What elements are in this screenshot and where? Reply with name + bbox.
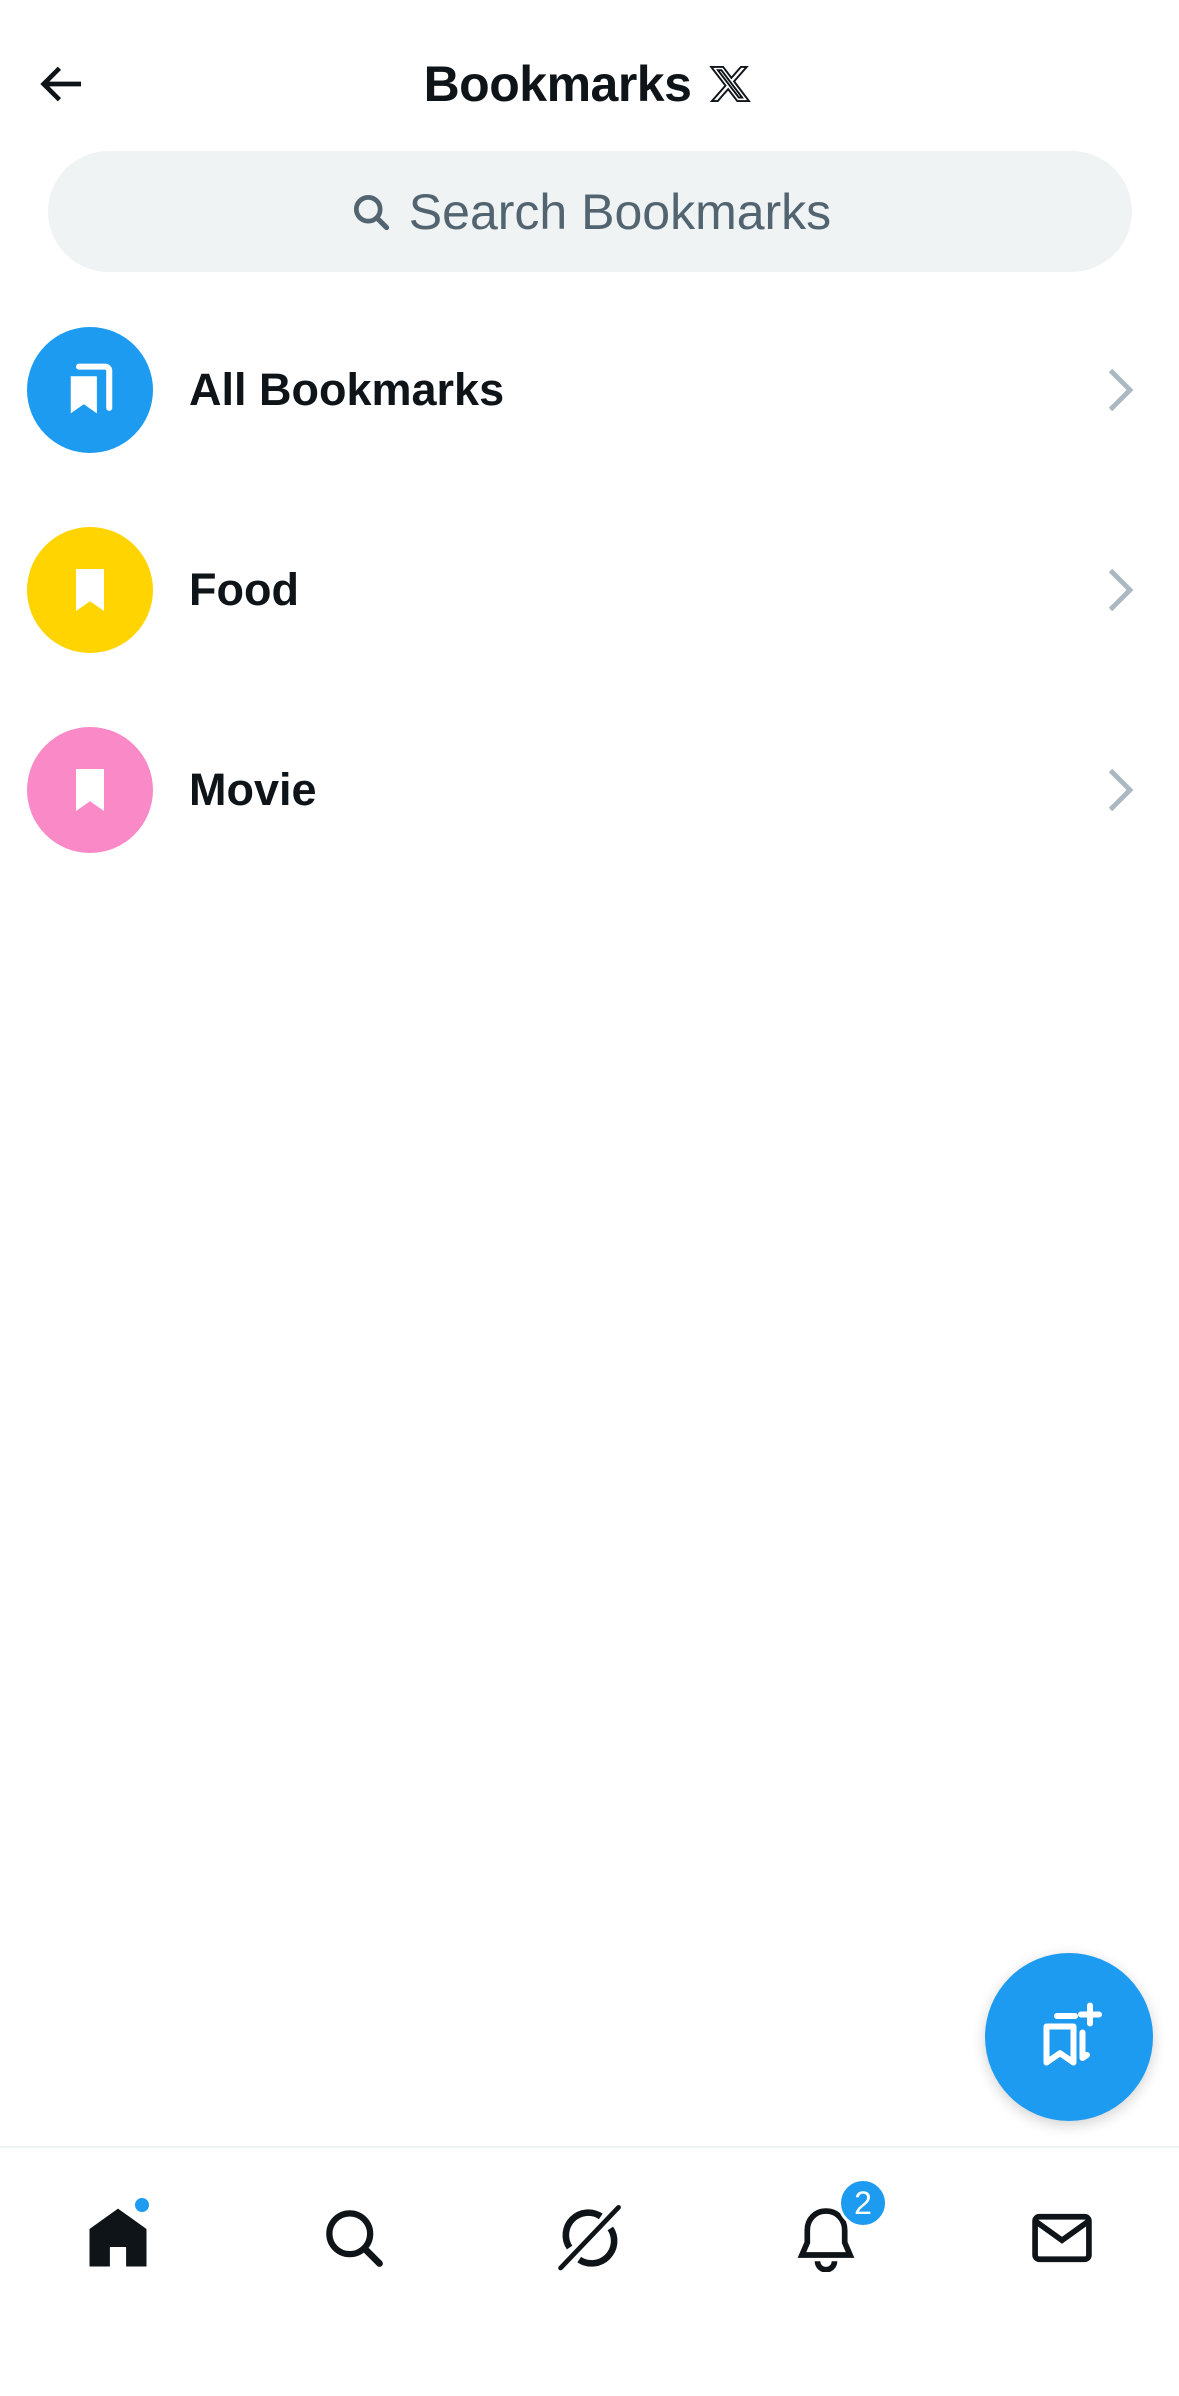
folder-avatar — [27, 727, 153, 853]
add-bookmark-folder-icon — [1043, 2002, 1102, 2066]
search-input[interactable]: Search Bookmarks — [48, 151, 1132, 272]
folder-movie[interactable]: Movie — [0, 690, 1179, 890]
unread-dot — [133, 2196, 151, 2214]
folder-label: All Bookmarks — [189, 364, 505, 415]
top-bar: Bookmarks — [0, 0, 1179, 150]
nav-home[interactable] — [58, 2178, 178, 2298]
mail-icon — [1032, 2213, 1092, 2263]
nav-explore[interactable] — [294, 2178, 414, 2298]
bookmark-icon — [76, 569, 104, 611]
nav-grok[interactable] — [530, 2178, 650, 2298]
title-group: Bookmarks — [0, 52, 1179, 116]
chevron-right-icon — [1101, 760, 1141, 820]
search-icon — [353, 194, 389, 230]
folder-food[interactable]: Food — [0, 490, 1179, 690]
folder-label: Food — [189, 564, 299, 615]
new-folder-button[interactable] — [985, 1953, 1153, 2121]
page-title: Bookmarks — [423, 56, 692, 112]
search-icon — [326, 2210, 383, 2267]
bookmark-icon — [76, 769, 104, 811]
grok-icon — [558, 2205, 621, 2271]
bookmark-stack-icon — [70, 363, 113, 414]
folder-label: Movie — [189, 764, 317, 815]
nav-messages[interactable] — [1002, 2178, 1122, 2298]
chevron-right-icon — [1101, 560, 1141, 620]
notification-badge: 2 — [838, 2178, 888, 2228]
bookmarks-page: Bookmarks Search Bookmarks All Bookmarks — [0, 0, 1179, 2396]
chevron-right-icon — [1101, 360, 1141, 420]
bottom-nav: 2 — [0, 2146, 1179, 2396]
folder-avatar — [27, 527, 153, 653]
nav-notifications[interactable]: 2 — [766, 2178, 888, 2298]
x-logo-icon — [709, 61, 755, 107]
search-placeholder: Search Bookmarks — [408, 183, 832, 240]
folder-all-bookmarks[interactable]: All Bookmarks — [0, 290, 1179, 490]
folder-avatar — [27, 327, 153, 453]
